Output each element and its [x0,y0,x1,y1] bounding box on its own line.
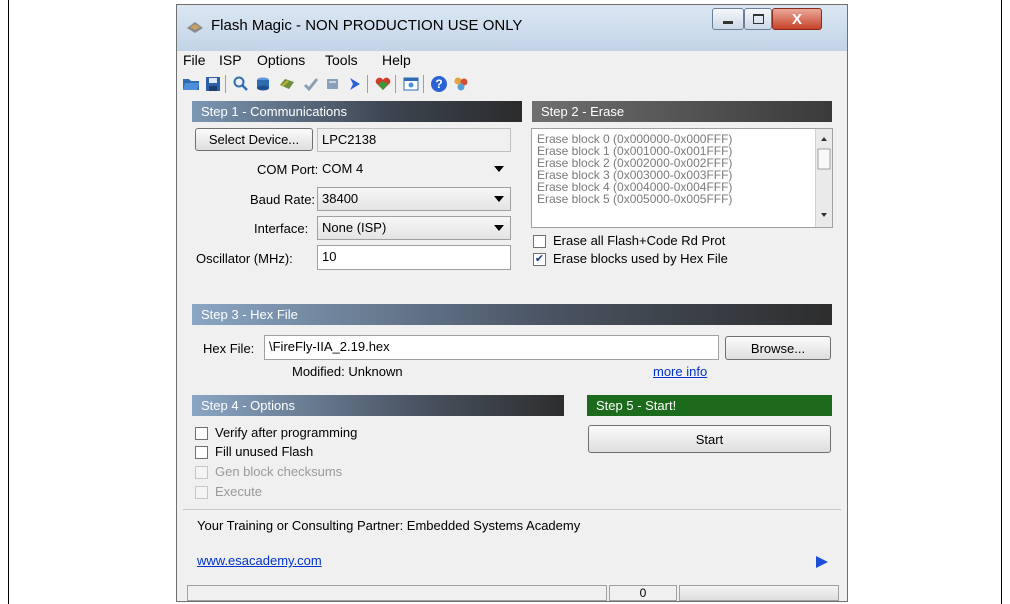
com-port-select[interactable]: COM 4 [317,157,511,181]
website-link[interactable]: www.esacademy.com [197,553,322,568]
save-icon[interactable] [203,75,223,93]
menu-help[interactable]: Help [382,52,411,68]
com-port-label: COM Port: [257,162,319,177]
fill-unused-label: Fill unused Flash [215,444,314,459]
window-title: Flash Magic - NON PRODUCTION USE ONLY [211,17,523,34]
select-device-button[interactable]: Select Device... [195,128,313,151]
oscillator-input[interactable]: 10 [317,245,511,270]
erase-all-checkbox[interactable] [533,235,546,248]
verify-label: Verify after programming [215,425,358,440]
erase-icon[interactable] [323,75,343,93]
progress-bar [679,585,839,601]
baud-rate-value: 38400 [322,191,359,206]
modified-text: Modified: Unknown [292,364,403,379]
execute-checkbox [195,486,208,499]
status-count: 0 [609,585,677,601]
minimize-button[interactable] [712,8,744,30]
hex-file-input[interactable]: \FireFly-IIA_2.19.hex [264,335,719,360]
step3-header: Step 3 - Hex File [192,304,832,325]
more-info-link[interactable]: more info [653,364,707,379]
footer-divider [183,509,841,510]
status-panel-main [187,585,607,601]
scrollbar-arrows-icon [817,137,831,217]
next-arrow-icon[interactable] [815,556,829,568]
step5-header: Step 5 - Start! [587,395,832,416]
verify-checkbox[interactable] [195,427,208,440]
browse-button[interactable]: Browse... [725,336,831,360]
start-button[interactable]: Start [588,425,831,453]
gen-checksums-checkbox [195,466,208,479]
erase-used-label: Erase blocks used by Hex File [553,251,728,266]
interface-select[interactable]: None (ISP) [317,216,511,240]
fill-unused-checkbox[interactable] [195,446,208,459]
list-item[interactable]: Erase block 5 (0x005000-0x005FFF) [532,193,832,205]
step4-header: Step 4 - Options [192,395,564,416]
interface-value: None (ISP) [322,220,387,235]
flash-magic-app-icon [187,22,203,33]
close-icon: X [791,10,802,28]
execute-label: Execute [215,484,262,499]
chip-icon[interactable] [253,75,273,93]
baud-rate-select[interactable]: 38400 [317,187,511,211]
verify-check-icon[interactable] [301,75,321,93]
menu-isp[interactable]: ISP [219,52,242,68]
erase-all-label: Erase all Flash+Code Rd Prot [553,233,726,248]
toolbar: ? [177,71,847,97]
program-icon[interactable] [277,75,297,93]
menu-tools[interactable]: Tools [325,52,358,68]
open-folder-icon[interactable] [181,75,201,93]
people-icon[interactable] [451,75,471,93]
check-icon: ✔ [534,253,545,265]
minimize-icon [723,20,733,24]
search-icon[interactable] [231,75,251,93]
chevron-down-icon [494,166,504,172]
step1-header: Step 1 - Communications [192,101,522,122]
chevron-down-icon [494,196,504,202]
chevron-down-icon [494,225,504,231]
gen-checksums-label: Gen block checksums [215,464,343,479]
menu-options[interactable]: Options [257,52,305,68]
baud-rate-label: Baud Rate: [250,192,316,207]
menu-file[interactable]: File [183,52,206,68]
status-bar: 0 [177,583,847,601]
heart-icon[interactable] [373,75,393,93]
close-button[interactable]: X [772,8,822,30]
title-bar: Flash Magic - NON PRODUCTION USE ONLY X [177,5,847,51]
com-port-value: COM 4 [322,161,364,176]
step2-header: Step 2 - Erase [532,101,832,122]
erase-used-checkbox[interactable]: ✔ [533,253,546,266]
device-field: LPC2138 [317,128,511,152]
oscillator-label: Oscillator (MHz): [196,251,293,266]
interface-label: Interface: [254,221,309,236]
erase-list-scrollbar[interactable] [815,129,832,227]
partner-text: Your Training or Consulting Partner: Emb… [197,518,581,533]
flash-magic-window: Flash Magic - NON PRODUCTION USE ONLY X … [176,4,848,602]
play-arrow-icon[interactable] [345,75,365,93]
maximize-button[interactable] [744,8,772,30]
help-icon[interactable]: ? [429,75,449,93]
maximize-icon [752,14,764,24]
hex-file-label: Hex File: [203,341,255,356]
window-icon[interactable] [401,75,421,93]
erase-block-list[interactable]: Erase block 0 (0x000000-0x000FFF) Erase … [531,128,833,228]
svg-text:?: ? [435,77,442,91]
menu-bar: File ISP Options Tools Help [177,51,847,71]
